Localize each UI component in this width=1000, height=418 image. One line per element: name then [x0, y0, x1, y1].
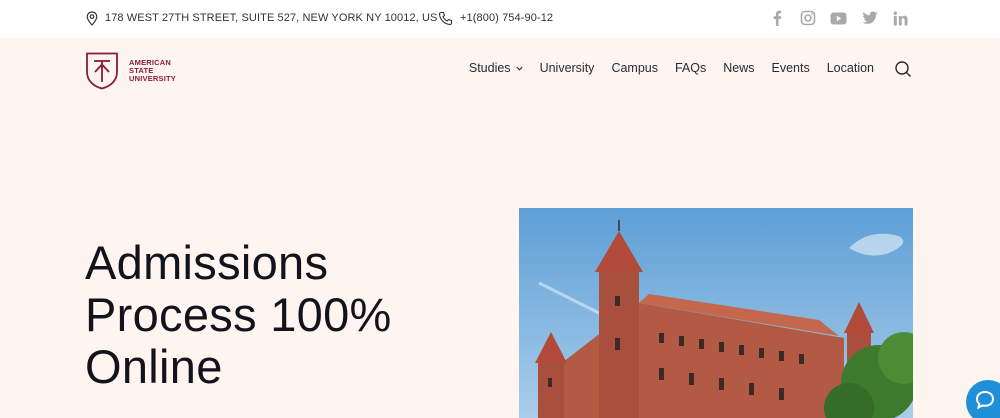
hero-title: Admissions Process 100% Online	[85, 237, 485, 393]
phone-info[interactable]: +1(800) 754-90-12	[438, 10, 553, 26]
chat-bubble-icon	[975, 390, 995, 410]
social-links	[761, 8, 916, 28]
nav-item-label[interactable]: University	[540, 61, 595, 75]
nav-item-studies[interactable]: Studies	[469, 61, 523, 75]
hero-title-line: Admissions	[85, 236, 329, 289]
nav-item-university[interactable]: University	[540, 61, 595, 75]
nav-item-campus[interactable]: Campus	[611, 61, 658, 75]
nav-item-label[interactable]: FAQs	[675, 61, 706, 75]
nav-item-location[interactable]: Location	[827, 61, 874, 75]
search-icon	[895, 61, 911, 77]
youtube-icon[interactable]	[823, 8, 854, 28]
site-header: AMERICAN STATE UNIVERSITY Studies Univer…	[0, 38, 1000, 100]
shield-logo-icon	[86, 52, 118, 90]
facebook-icon[interactable]	[761, 8, 792, 28]
address-text: 178 WEST 27TH STREET, SUITE 527, NEW YOR…	[105, 12, 438, 24]
nav-item-faqs[interactable]: FAQs	[675, 61, 706, 75]
top-bar: 178 WEST 27TH STREET, SUITE 527, NEW YOR…	[0, 0, 1000, 38]
logo-wordmark: AMERICAN STATE UNIVERSITY	[129, 59, 176, 83]
search-button[interactable]	[894, 60, 912, 83]
nav-item-label[interactable]: Events	[772, 61, 810, 75]
nav-item-events[interactable]: Events	[772, 61, 810, 75]
castle-photo	[519, 208, 913, 418]
nav-item-label[interactable]: Location	[827, 61, 874, 75]
instagram-icon[interactable]	[792, 8, 823, 28]
main-nav: Studies University Campus FAQs News Even…	[469, 61, 874, 75]
nav-item-label[interactable]: Campus	[611, 61, 658, 75]
phone-icon	[438, 11, 453, 25]
hero-title-line: Online	[85, 340, 223, 393]
university-logo[interactable]: AMERICAN STATE UNIVERSITY	[85, 52, 176, 90]
phone-text[interactable]: +1(800) 754-90-12	[460, 12, 553, 24]
nav-item-label[interactable]: Studies	[469, 61, 511, 75]
chat-widget-button[interactable]	[966, 380, 1000, 418]
logo-line-3: UNIVERSITY	[129, 74, 177, 83]
nav-item-label[interactable]: News	[723, 61, 754, 75]
address-info: 178 WEST 27TH STREET, SUITE 527, NEW YOR…	[86, 10, 437, 26]
hero-title-line: Process 100%	[85, 288, 392, 341]
chevron-down-icon	[515, 66, 523, 71]
twitter-icon[interactable]	[854, 8, 885, 28]
linkedin-icon[interactable]	[885, 8, 916, 28]
nav-item-news[interactable]: News	[723, 61, 754, 75]
location-pin-icon	[86, 10, 98, 26]
